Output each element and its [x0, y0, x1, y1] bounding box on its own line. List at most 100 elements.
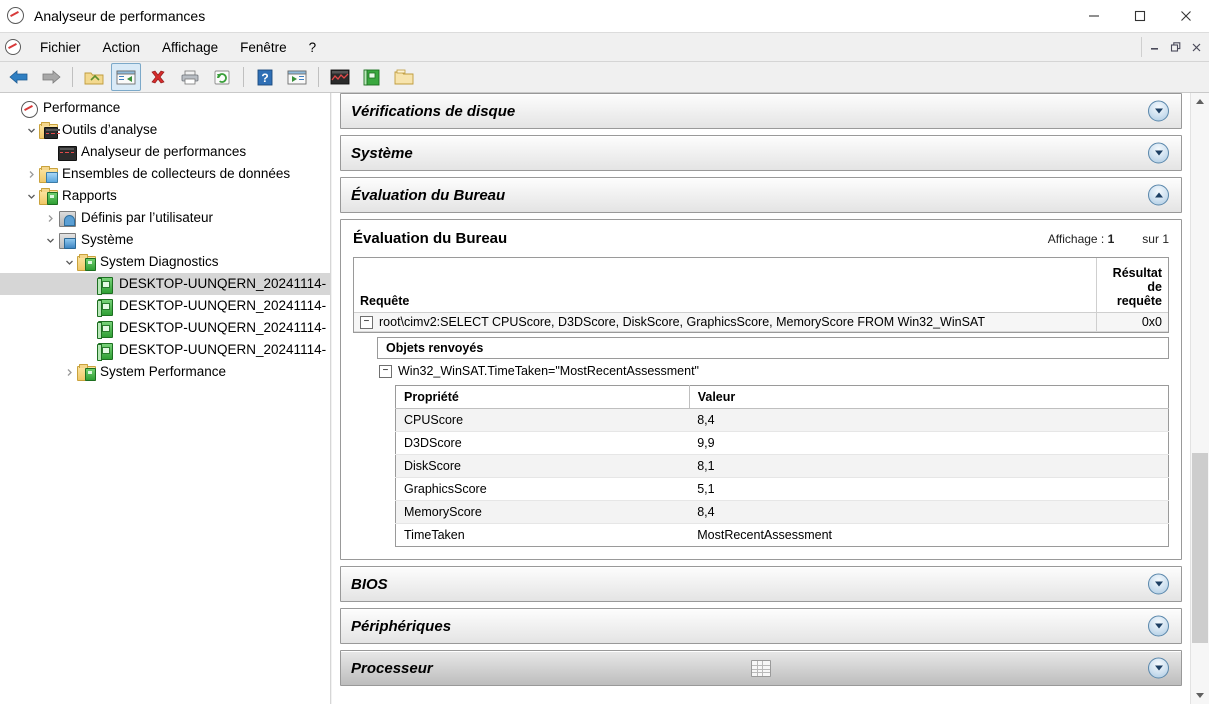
property-value-header-row: Propriété Valeur: [395, 385, 1169, 410]
menu-affichage[interactable]: Affichage: [151, 36, 229, 59]
report-book-icon: [96, 298, 114, 317]
chevron-down-icon[interactable]: [1148, 100, 1169, 122]
display-label: Affichage :: [1047, 232, 1105, 246]
tree-item[interactable]: System Diagnostics: [0, 251, 330, 273]
collapse-expander-icon[interactable]: −: [379, 365, 392, 379]
print-icon[interactable]: [175, 63, 205, 91]
property-value-body: CPUScore 8,4 D3DScore 9,9 DiskScore 8,1 Graphi…: [395, 408, 1169, 547]
chevron-collapsed-icon[interactable]: [23, 163, 39, 185]
chevron-expanded-icon[interactable]: [61, 251, 77, 273]
chevron-up-icon[interactable]: [1148, 184, 1169, 206]
mdi-separator: [1141, 37, 1142, 57]
tree-item[interactable]: Outils d’analyse: [0, 119, 330, 141]
tree-item[interactable]: DESKTOP-UUNQERN_20241114-: [0, 317, 330, 339]
query-cell: − root\cimv2:SELECT CPUScore, D3DScore, D…: [354, 311, 1096, 333]
toolbar-separator-2: [243, 67, 244, 87]
tree-item[interactable]: Analyseur de performances: [0, 141, 330, 163]
table-grid-icon: [751, 659, 771, 677]
perfmon-circle-icon: [20, 100, 38, 118]
close-button[interactable]: [1163, 0, 1209, 32]
scroll-down-button[interactable]: [1191, 687, 1209, 704]
returned-object-instance-row[interactable]: − Win32_WinSAT.TimeTaken="MostRecentAsses…: [377, 359, 1169, 383]
mdi-close-button[interactable]: [1186, 37, 1207, 57]
menu-action[interactable]: Action: [92, 36, 152, 59]
chevron-down-icon[interactable]: [1148, 142, 1169, 164]
chevron-down-icon[interactable]: [1148, 615, 1169, 637]
mdi-minimize-button[interactable]: [1144, 37, 1165, 57]
up-folder-icon[interactable]: [79, 63, 109, 91]
value-cell: 5,1: [689, 477, 1169, 502]
section-bios[interactable]: BIOS: [340, 566, 1182, 603]
console-icon: [5, 38, 23, 56]
delete-icon[interactable]: [143, 63, 173, 91]
menu-bar: Fichier Action Affichage Fenêtre ?: [0, 32, 1209, 62]
forward-icon[interactable]: [36, 63, 66, 91]
section-evaluation-du-bureau[interactable]: Évaluation du Bureau: [340, 177, 1182, 213]
chevron-expanded-icon[interactable]: [23, 185, 39, 207]
scrollbar-thumb[interactable]: [1192, 453, 1208, 643]
chevron-down-icon[interactable]: [1148, 657, 1169, 679]
perfmon-view-icon[interactable]: [325, 63, 355, 91]
tree-item[interactable]: DESKTOP-UUNQERN_20241114-: [0, 273, 330, 295]
tree-item[interactable]: DESKTOP-UUNQERN_20241114-: [0, 295, 330, 317]
tree-item-label: DESKTOP-UUNQERN_20241114-: [119, 342, 327, 357]
chevron-collapsed-icon[interactable]: [61, 361, 77, 383]
section-verifications-de-disque[interactable]: Vérifications de disque: [340, 93, 1182, 129]
tree-item-label: Système: [81, 232, 134, 247]
chevron-expanded-icon[interactable]: [42, 229, 58, 251]
tree-item[interactable]: Rapports: [0, 185, 330, 207]
tree-item-label: Performance: [43, 100, 121, 115]
section-title: Processeur: [351, 659, 433, 677]
evaluation-du-bureau-panel: Évaluation du Bureau Affichage : 1 sur 1: [340, 219, 1182, 561]
value-column-header: Valeur: [689, 385, 1169, 410]
of-value: 1: [1162, 232, 1169, 246]
back-icon[interactable]: [4, 63, 34, 91]
tree-item[interactable]: Système: [0, 229, 330, 251]
refresh-icon[interactable]: [207, 63, 237, 91]
tree-item[interactable]: Définis par l’utilisateur: [0, 207, 330, 229]
menu-fenetre[interactable]: Fenêtre: [229, 36, 298, 59]
query-table-header-row: Requête Résultat de requête: [354, 258, 1168, 313]
report-icon[interactable]: [357, 63, 387, 91]
toolbar-separator: [72, 67, 73, 87]
property-cell: D3DScore: [395, 431, 690, 456]
tree-item[interactable]: Performance: [0, 97, 330, 119]
chevron-collapsed-icon[interactable]: [42, 207, 58, 229]
mdi-restore-button[interactable]: [1165, 37, 1186, 57]
folder-green-icon: [77, 254, 96, 271]
returned-objects-block: Objets renvoyés − Win32_WinSAT.TimeTaken=…: [377, 337, 1169, 548]
show-hide-tree-icon[interactable]: [111, 63, 141, 91]
minimize-button[interactable]: [1071, 0, 1117, 32]
total-count: sur 1: [1142, 232, 1169, 246]
tree-item[interactable]: DESKTOP-UUNQERN_20241114-: [0, 339, 330, 361]
query-row[interactable]: − root\cimv2:SELECT CPUScore, D3DScore, D…: [354, 311, 1168, 333]
section-systeme[interactable]: Système: [340, 135, 1182, 171]
maximize-button[interactable]: [1117, 0, 1163, 32]
chevron-expanded-icon[interactable]: [23, 119, 39, 141]
properties-icon[interactable]: [282, 63, 312, 91]
help-icon[interactable]: ?: [250, 63, 280, 91]
tree-item[interactable]: Ensembles de collecteurs de données: [0, 163, 330, 185]
perfmon-graph-icon: [58, 144, 77, 161]
section-title: Système: [351, 144, 413, 162]
tree-item[interactable]: System Performance: [0, 361, 330, 383]
section-processeur[interactable]: Processeur: [340, 650, 1182, 687]
table-row: MemoryScore 8,4: [395, 500, 1169, 525]
menu-fichier[interactable]: Fichier: [29, 36, 92, 59]
chevron-down-icon[interactable]: [1148, 573, 1169, 595]
collapse-expander-icon[interactable]: −: [360, 316, 373, 330]
new-folder-icon[interactable]: [389, 63, 419, 91]
menu-aide[interactable]: ?: [298, 36, 328, 59]
perfmon-window: Analyseur de performances Fichier Action…: [0, 0, 1209, 704]
report-vertical-scrollbar[interactable]: [1190, 93, 1209, 704]
query-text: root\cimv2:SELECT CPUScore, D3DScore, Di…: [379, 315, 985, 329]
section-peripheriques[interactable]: Périphériques: [340, 608, 1182, 645]
property-cell: MemoryScore: [395, 500, 690, 525]
table-row: GraphicsScore 5,1: [395, 477, 1169, 502]
table-row: DiskScore 8,1: [395, 454, 1169, 479]
scroll-up-button[interactable]: [1191, 93, 1209, 110]
panel-title: Évaluation du Bureau: [353, 230, 508, 247]
